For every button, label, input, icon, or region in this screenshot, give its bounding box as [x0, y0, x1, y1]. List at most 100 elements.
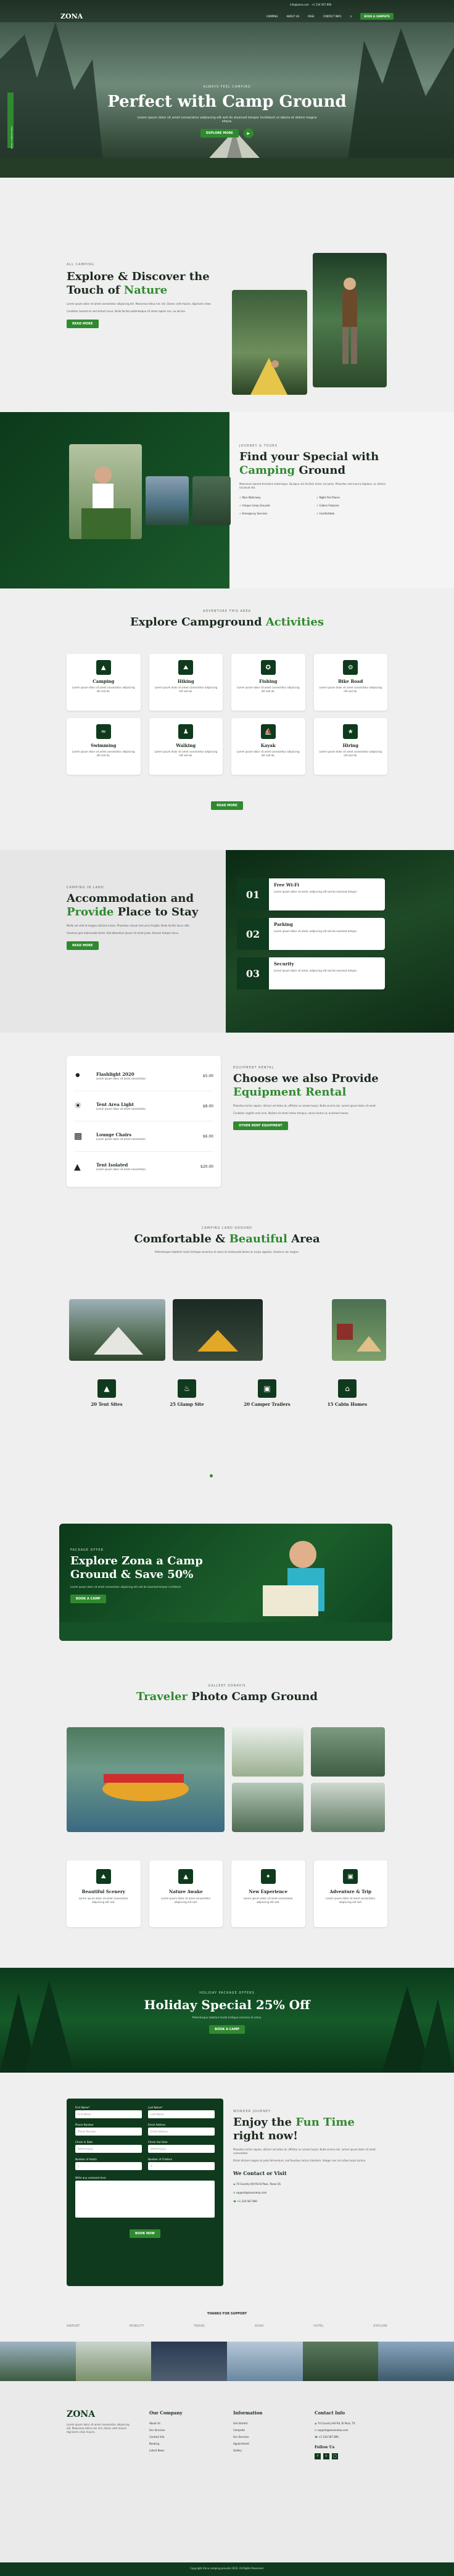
- accommodation-read-more-button[interactable]: READ MORE: [67, 941, 99, 950]
- navbar: ZONA CAMPING ABOUT US PAGE CONTACT INFO …: [60, 10, 394, 22]
- sponsor-logo: HOTEL: [313, 2324, 324, 2328]
- footer-col3-title: Contact Info: [315, 2410, 345, 2416]
- top-bar: info@zona.com +1 234 567 890: [290, 3, 331, 6]
- submit-booking-button[interactable]: BOOK NOW: [130, 2229, 160, 2238]
- play-video-icon[interactable]: ▶: [243, 128, 254, 138]
- message-textarea[interactable]: [75, 2181, 215, 2218]
- step-card: 01 Free Wi-Fi Lorem ipsum dolor sit amet, …: [237, 878, 385, 910]
- offer-book-button[interactable]: BOOK A CAMP: [70, 1595, 106, 1603]
- footer-logo[interactable]: ZONA: [67, 2409, 134, 2419]
- nav-link-page[interactable]: PAGE: [308, 15, 314, 18]
- tent-icon: ▲: [74, 1162, 81, 1172]
- logo[interactable]: ZONA: [60, 12, 83, 20]
- discover-read-more-button[interactable]: READ MORE: [67, 320, 99, 328]
- activities-read-more-button[interactable]: READ MORE: [211, 801, 243, 810]
- gallery-image-woods: [311, 1783, 385, 1832]
- fish-icon: ✪: [260, 660, 276, 675]
- facebook-icon[interactable]: f: [315, 2453, 321, 2459]
- search-icon[interactable]: ⚲: [350, 15, 352, 18]
- sponsor-logo: ROAD: [255, 2324, 264, 2328]
- fun-title: Enjoy the: [233, 2116, 292, 2129]
- discover-text-2: Curabitur laoreet mi sed dictum lacus. N…: [67, 310, 186, 313]
- activity-card[interactable]: ⚙ Bike Road Lorem ipsum dolor sit amet con…: [313, 654, 387, 711]
- adults-field[interactable]: 1: [75, 2162, 142, 2170]
- check-out-field[interactable]: dd/mm/yyyy: [148, 2145, 215, 2153]
- footer-link[interactable]: Our Services: [233, 2434, 262, 2440]
- email-text[interactable]: info@zona.com: [290, 3, 309, 6]
- discover-title-highlight: Nature: [123, 284, 168, 297]
- gallery-image-camp: [232, 1783, 303, 1832]
- nav-link-contact[interactable]: CONTACT INFO: [323, 15, 342, 18]
- activity-card[interactable]: ⛵ Kayak Lorem ipsum dolor sit amet consect…: [231, 718, 305, 775]
- activity-card[interactable]: ★ Hiring Lorem ipsum dolor sit amet consec…: [313, 718, 387, 775]
- footer-link[interactable]: Campsite: [233, 2427, 262, 2434]
- rental-kicker: EQUIPMENT RENTAL: [233, 1066, 274, 1070]
- check-icon: ✔: [239, 512, 242, 515]
- contact-email[interactable]: support@zonacamp.com: [236, 2191, 267, 2194]
- phone-text[interactable]: +1 234 567 890: [312, 3, 332, 6]
- mail-icon: ✉: [315, 2429, 317, 2432]
- hero-desc: Lorem ipsum dolor sit amet consectetur a…: [137, 116, 317, 123]
- discover-image-2: [313, 253, 387, 387]
- area-image-cabin: [332, 1299, 386, 1361]
- holiday-book-button[interactable]: BOOK A CAMP: [209, 2025, 245, 2034]
- footer-link[interactable]: Get Started: [233, 2420, 262, 2427]
- children-field[interactable]: 0: [148, 2162, 215, 2170]
- rent-equipment-button[interactable]: OTHER RENT EQUIPMENT: [233, 1121, 288, 1130]
- last-name-field[interactable]: Last Name: [148, 2110, 215, 2118]
- activity-card[interactable]: ⛰ Hiking Lorem ipsum dolor sit amet consec…: [149, 654, 223, 711]
- tent-icon: ▲: [97, 1379, 116, 1398]
- footer-link[interactable]: About Us: [149, 2420, 183, 2427]
- location-icon: ◉: [233, 2182, 236, 2186]
- rental-item[interactable]: ▲ Tent Isolated Lorem ipsum dolor sit amet…: [74, 1152, 213, 1182]
- accommodation-text-2: Vivamus quis malesuada tortor. Sed biben…: [67, 931, 180, 935]
- check-in-field[interactable]: dd/mm/yyyy: [75, 2145, 142, 2153]
- activities-kicker: ADVENTURE THIS AREA: [203, 609, 251, 613]
- activity-card[interactable]: ♟ Walking Lorem ipsum dolor sit amet conse…: [149, 718, 223, 775]
- rental-item[interactable]: ▩ Lounge Chairs Lorem ipsum dolor sit amet…: [74, 1121, 213, 1152]
- instagram-icon[interactable]: ◯: [332, 2453, 338, 2459]
- footer-link[interactable]: Latest News: [149, 2447, 183, 2454]
- footer-link[interactable]: Booking: [149, 2440, 183, 2447]
- footer-about: Lorem ipsum dolor sit amet consectetur a…: [67, 2423, 130, 2434]
- sponsor-logo: MOBILITY: [129, 2324, 144, 2328]
- contact-address: 74 Country Hill Rd El Paso, Texas US: [236, 2182, 281, 2186]
- sponsor-logo: EXPLORE: [373, 2324, 387, 2328]
- gallery-feature-card: ✦ New Experience Lorem ipsum dolor sit ame…: [231, 1860, 305, 1927]
- footer-link[interactable]: Contact Info: [149, 2434, 183, 2440]
- gallery-features: ⛰ Beautiful Scenery Lorem ipsum dolor sit …: [67, 1860, 387, 1927]
- activity-card[interactable]: ✪ Fishing Lorem ipsum dolor sit amet conse…: [231, 654, 305, 711]
- footer-link[interactable]: Appointment: [233, 2440, 262, 2447]
- footer-link[interactable]: Our Services: [149, 2427, 183, 2434]
- footer-link[interactable]: Gallery: [233, 2447, 262, 2454]
- carousel-dot[interactable]: [210, 1474, 213, 1477]
- nav-link-camping[interactable]: CAMPING: [266, 15, 278, 18]
- contact-phone[interactable]: +1 234 567 890: [237, 2200, 257, 2203]
- book-campsite-button[interactable]: BOOK A CAMPSITE: [360, 12, 394, 20]
- copyright-text: Copyright Zona camping provide 2023. All…: [190, 2567, 264, 2570]
- activity-card[interactable]: ▲ Camping Lorem ipsum dolor sit amet conse…: [67, 654, 141, 711]
- rental-item[interactable]: ☀ Tent Area Light Lorem ipsum dolor sit am…: [74, 1091, 213, 1121]
- twitter-icon[interactable]: t: [323, 2453, 329, 2459]
- gallery-kicker: GALLERY ZONAVIS: [208, 1684, 246, 1688]
- special-title-highlight: Camping: [239, 464, 295, 477]
- phone-field[interactable]: Phone Number: [75, 2128, 142, 2136]
- activity-card[interactable]: ≈ Swimming Lorem ipsum dolor sit amet cons…: [67, 718, 141, 775]
- discover-kicker: ALL CAMPING: [67, 263, 94, 266]
- first-name-field[interactable]: First Name: [75, 2110, 142, 2118]
- rental-item[interactable]: ⚫ Flashlight 2020 Lorem ipsum dolor sit am…: [74, 1061, 213, 1091]
- area-title: Comfortable &: [134, 1232, 226, 1245]
- holiday-title: Holiday Special 25% Off: [144, 1997, 310, 2012]
- email-field[interactable]: Email Address: [148, 2128, 215, 2136]
- accommodation-title: Accommodation and: [67, 892, 194, 905]
- sponsor-logos: AIRPORT MOBILITY TRAVEL ROAD HOTEL EXPLO…: [67, 2324, 387, 2328]
- hiker-icon: ⛰: [178, 660, 194, 675]
- mail-icon: ✉: [233, 2191, 236, 2194]
- gallery-image-rafting: [67, 1727, 225, 1832]
- special-title: Find your Special with: [239, 450, 379, 463]
- tree-icon: ▲: [178, 1869, 194, 1884]
- gallery-feature-card: ▣ Adventure & Trip Lorem ipsum dolor sit a…: [313, 1860, 387, 1927]
- mountain-icon: ⛰: [96, 1869, 111, 1884]
- nav-link-about[interactable]: ABOUT US: [286, 15, 299, 18]
- explore-more-button[interactable]: EXPLORE MORE: [200, 129, 239, 138]
